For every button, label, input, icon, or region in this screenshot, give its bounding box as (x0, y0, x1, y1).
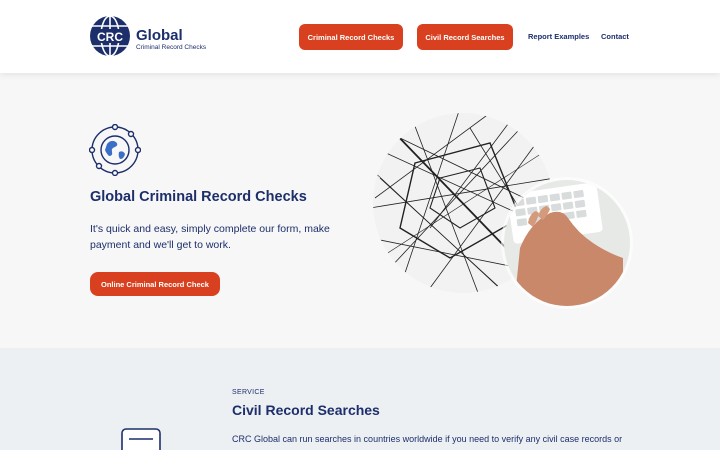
nav-report-examples-link[interactable]: Report Examples (528, 32, 589, 41)
hero-title: Global Criminal Record Checks (90, 189, 307, 205)
service-title: Civil Record Searches (232, 402, 380, 418)
logo-wordmark: Global (136, 27, 183, 44)
online-criminal-record-check-button[interactable]: Online Criminal Record Check (90, 272, 220, 296)
globe-logo-icon: CRC (90, 15, 130, 57)
service-kicker: SERVICE (232, 389, 265, 396)
logo-tagline: Criminal Record Checks (136, 44, 207, 51)
service-description: CRC Global can run searches in countries… (232, 434, 623, 444)
typing-keyboard-image (501, 177, 633, 309)
site-logo[interactable]: CRC Global Criminal Record Checks (89, 15, 219, 59)
hero-description: It's quick and easy, simply complete our… (90, 223, 330, 251)
logo-mark: CRC (97, 30, 123, 44)
nav-civil-record-searches-button[interactable]: Civil Record Searches (417, 24, 513, 50)
hero-illustration (373, 113, 633, 309)
nav-criminal-record-checks-button[interactable]: Criminal Record Checks (299, 24, 403, 50)
document-icon (121, 428, 161, 450)
nav-contact-link[interactable]: Contact (601, 32, 629, 41)
globe-network-icon (89, 124, 141, 176)
site-header: CRC Global Criminal Record Checks Crimin… (0, 0, 720, 73)
